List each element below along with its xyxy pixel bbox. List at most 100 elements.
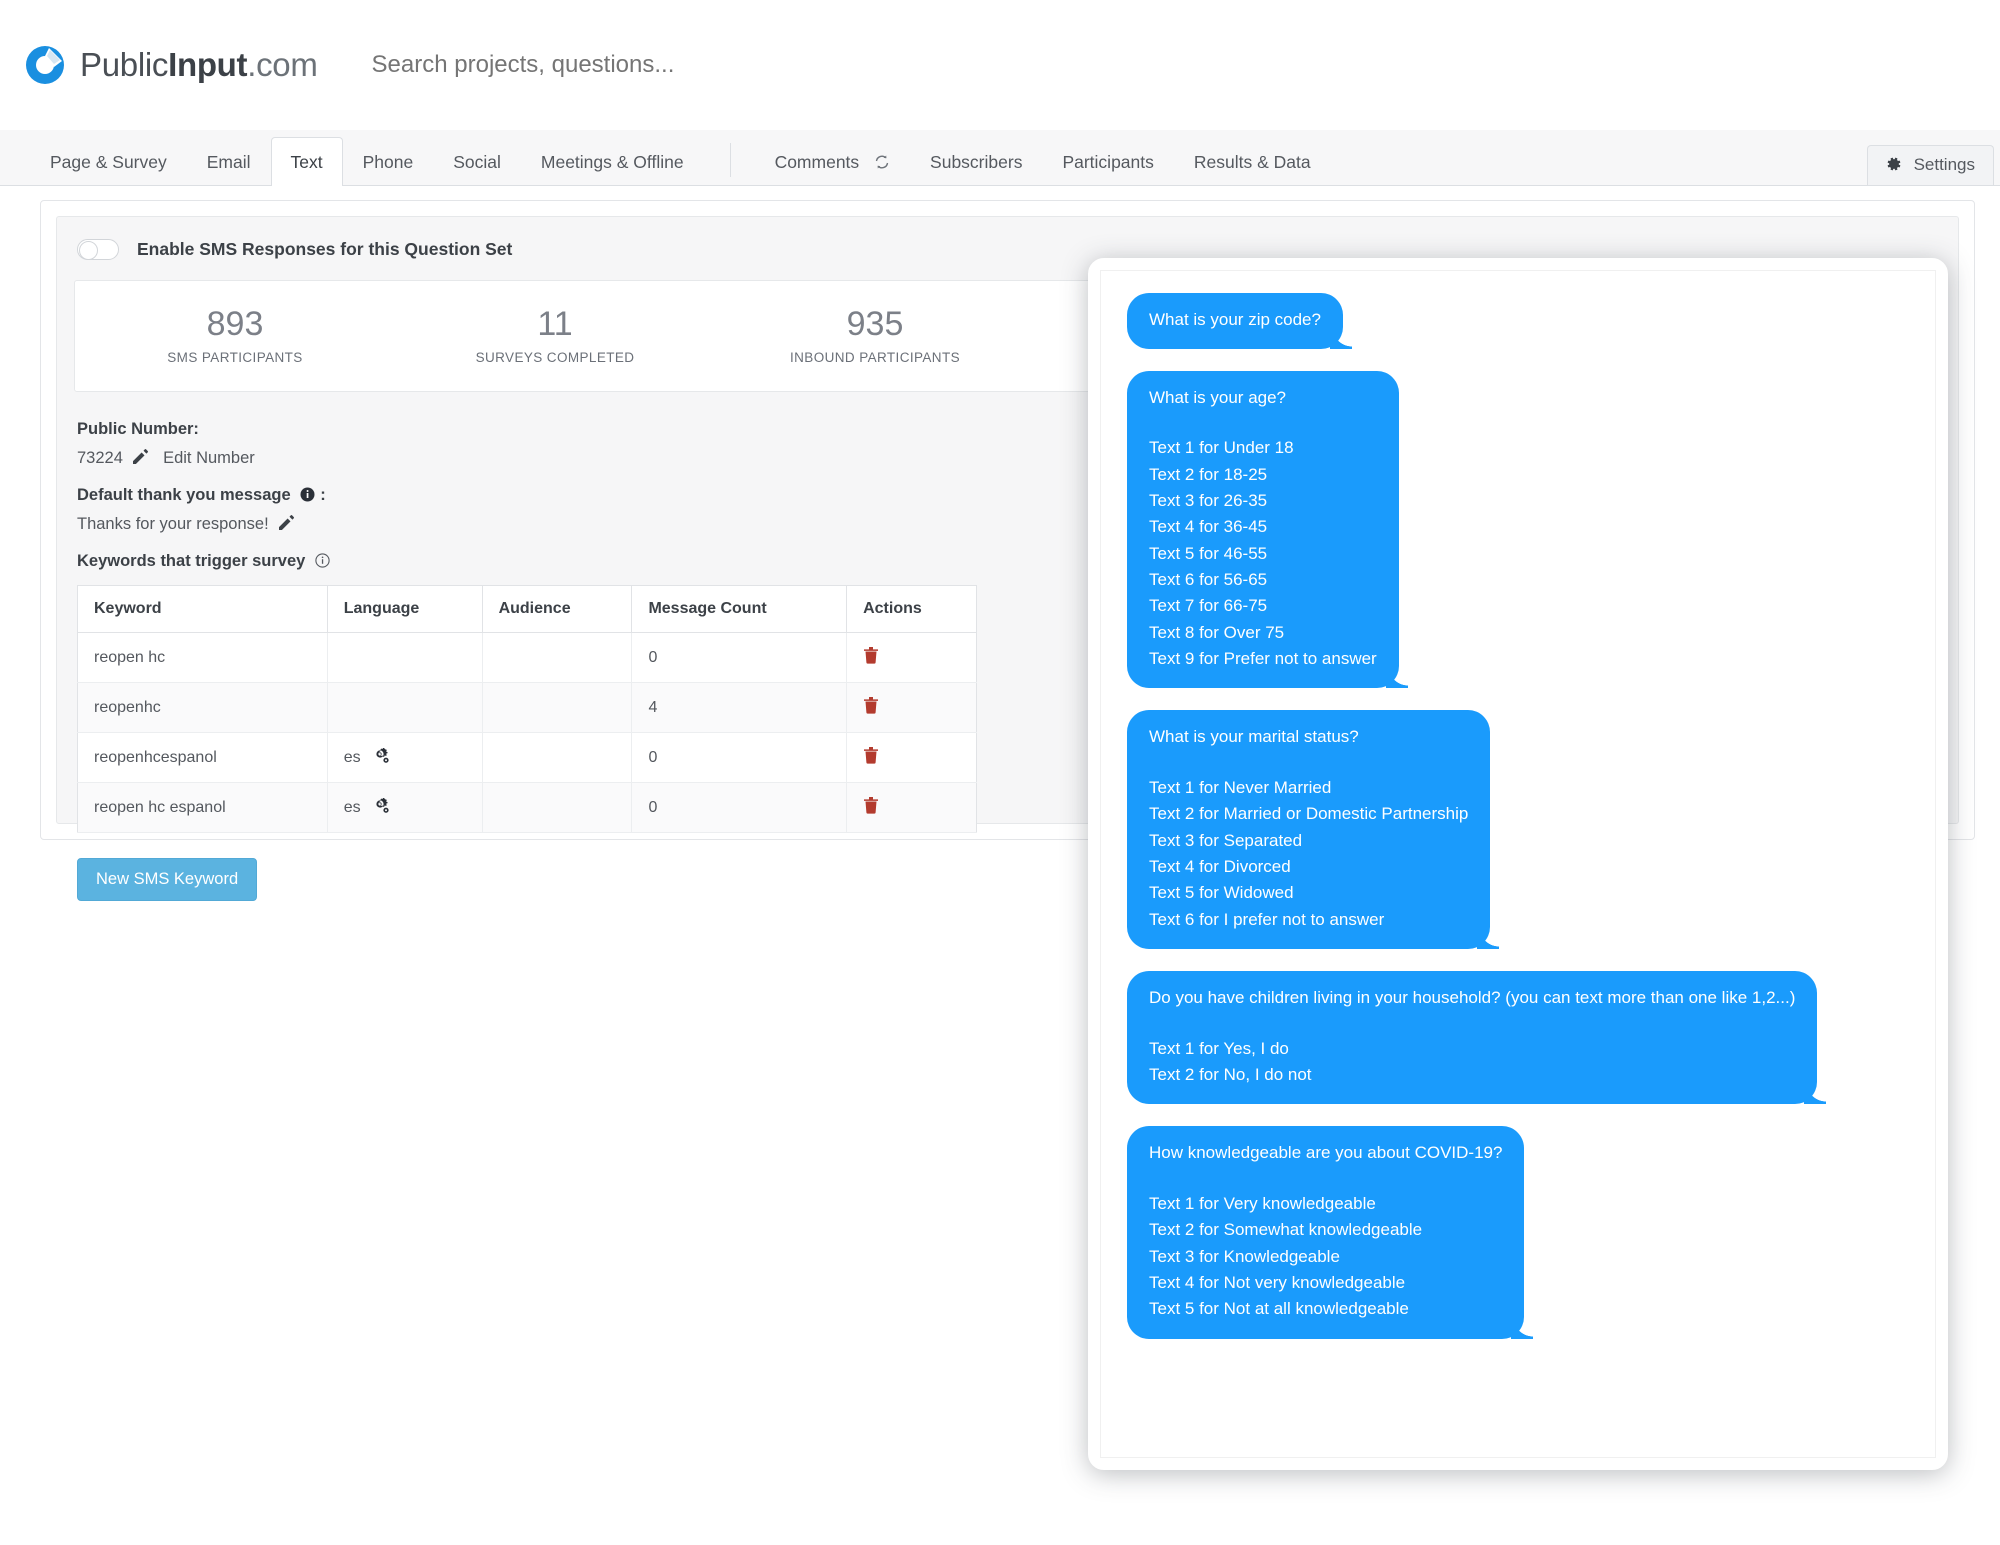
sms-option-list: Text 1 for Very knowledgeable Text 2 for …	[1149, 1191, 1502, 1323]
secondary-tabs: Comments Subscribers Participants Result…	[755, 129, 1331, 185]
stat-label: SMS PARTICIPANTS	[167, 349, 303, 365]
sms-option: Text 4 for Divorced	[1149, 857, 1291, 877]
table-row[interactable]: reopen hc espanol es 0	[77, 782, 977, 833]
sms-option: Text 5 for 46-55	[1149, 543, 1268, 563]
sms-option: Text 2 for No, I do not	[1149, 1065, 1312, 1085]
search-input[interactable]	[369, 50, 890, 80]
trash-icon[interactable]	[863, 646, 879, 664]
sms-option: Text 6 for I prefer not to answer	[1149, 909, 1385, 929]
app-header: PublicInput.com	[0, 0, 2000, 130]
tab-participants[interactable]: Participants	[1042, 137, 1173, 185]
tab-subscribers[interactable]: Subscribers	[910, 137, 1042, 185]
tab-email[interactable]: Email	[187, 137, 271, 185]
sms-option: Text 1 for Very knowledgeable	[1149, 1194, 1376, 1214]
sms-bubble: What is your marital status? Text 1 for N…	[1127, 710, 1500, 950]
col-language: Language	[327, 585, 483, 633]
gears-icon[interactable]	[373, 798, 390, 814]
info-outline-icon[interactable]	[315, 553, 330, 568]
trash-icon[interactable]	[863, 696, 879, 714]
cell-language: es	[327, 782, 483, 833]
sms-bubble: How knowledgeable are you about COVID-19…	[1127, 1126, 1534, 1340]
sms-option: Text 7 for 66-75	[1149, 596, 1268, 616]
sms-option: Text 5 for Not at all knowledgeable	[1149, 1299, 1409, 1319]
stat-label: SURVEYS COMPLETED	[475, 349, 635, 365]
tab-page-survey[interactable]: Page & Survey	[30, 137, 187, 185]
cell-keyword: reopen hc	[77, 632, 328, 683]
tab-comments[interactable]: Comments	[755, 137, 910, 185]
tab-text[interactable]: Text	[270, 137, 343, 186]
sms-option: Text 3 for Knowledgeable	[1149, 1246, 1340, 1266]
sms-preview-thread: What is your zip code? What is your age? T…	[1100, 270, 1936, 1458]
stat-value: 11	[537, 305, 573, 344]
enable-sms-label: Enable SMS Responses for this Question S…	[137, 239, 513, 259]
col-audience: Audience	[482, 585, 633, 633]
sms-option: Text 3 for 26-35	[1149, 490, 1268, 510]
sms-message-2: What is your age? Text 1 for Under 18 Text…	[1127, 370, 1909, 711]
stat-label: INBOUND PARTICIPANTS	[789, 349, 961, 365]
publicinput-circle-logo-icon	[22, 42, 68, 88]
stat-value: 893	[206, 305, 264, 344]
sms-option: Text 4 for 36-45	[1149, 517, 1268, 537]
cell-keyword: reopenhcespanol	[77, 732, 328, 783]
sms-option: Text 9 for Prefer not to answer	[1149, 649, 1377, 669]
thank-you-label-colon: :	[320, 486, 326, 504]
sms-option: Text 1 for Under 18	[1149, 438, 1294, 458]
edit-icon[interactable]	[278, 514, 295, 531]
col-keyword: Keyword	[77, 585, 328, 633]
sms-bubble-list: What is your zip code? What is your age? T…	[1101, 271, 1935, 1361]
sms-bubble: What is your zip code?	[1127, 293, 1352, 349]
sms-bubble: Do you have children living in your hous…	[1127, 971, 1827, 1105]
cell-language	[327, 632, 483, 683]
language-code: es	[343, 749, 361, 766]
sms-option-list: Text 1 for Never Married Text 2 for Marri…	[1149, 775, 1468, 933]
edit-number-link[interactable]: Edit Number	[163, 449, 255, 467]
sms-option: Text 2 for Somewhat knowledgeable	[1149, 1220, 1423, 1240]
tab-strip: Page & Survey Email Text Phone Social Me…	[0, 130, 2000, 186]
cell-actions	[846, 632, 977, 683]
sms-option: Text 5 for Widowed	[1149, 883, 1294, 903]
cell-language: es	[327, 732, 483, 783]
cell-message-count: 0	[631, 632, 848, 683]
cell-message-count: 0	[631, 782, 848, 833]
cell-audience	[482, 682, 633, 733]
cell-message-count: 0	[631, 732, 848, 783]
sms-question-text: What is your age?	[1149, 387, 1287, 407]
settings-button[interactable]: Settings	[1866, 145, 1994, 185]
tab-divider	[729, 143, 731, 177]
tab-social[interactable]: Social	[433, 137, 521, 185]
table-row[interactable]: reopenhc 4	[77, 682, 977, 733]
sms-option: Text 2 for Married or Domestic Partnersh…	[1149, 804, 1469, 824]
sms-preview-overlay: What is your zip code? What is your age? T…	[1088, 258, 1948, 1470]
language-code: es	[343, 799, 361, 816]
sms-option-list: Text 1 for Yes, I do Text 2 for No, I do …	[1149, 1036, 1795, 1089]
sms-option: Text 8 for Over 75	[1149, 622, 1285, 642]
info-filled-icon[interactable]	[300, 487, 315, 502]
new-sms-keyword-button[interactable]: New SMS Keyword	[77, 858, 258, 901]
enable-sms-toggle[interactable]	[77, 239, 119, 260]
sms-question-text: What is your zip code?	[1149, 310, 1321, 329]
tab-meetings-offline[interactable]: Meetings & Offline	[521, 137, 704, 185]
sms-question-text: What is your marital status?	[1149, 727, 1359, 747]
gear-icon	[1886, 156, 1902, 172]
table-row[interactable]: reopenhcespanol es 0	[77, 732, 977, 783]
stat-surveys-completed: 11 SURVEYS COMPLETED	[395, 305, 715, 365]
sms-option: Text 1 for Never Married	[1149, 778, 1332, 798]
stat-value: 935	[846, 305, 904, 344]
cell-audience	[482, 732, 633, 783]
refresh-icon[interactable]	[874, 154, 890, 170]
trash-icon[interactable]	[863, 746, 879, 764]
cell-actions	[846, 732, 977, 783]
tab-phone[interactable]: Phone	[343, 137, 434, 185]
sms-option: Text 1 for Yes, I do	[1149, 1038, 1289, 1058]
sms-message-5: How knowledgeable are you about COVID-19…	[1127, 1126, 1909, 1360]
tab-results-data[interactable]: Results & Data	[1174, 137, 1331, 185]
keywords-table: Keyword Language Audience Message Count …	[77, 585, 977, 833]
gears-icon[interactable]	[373, 748, 390, 764]
brand-bold: Input	[168, 46, 248, 83]
table-row[interactable]: reopen hc 0	[77, 632, 977, 683]
tab-comments-label: Comments	[774, 152, 860, 172]
trash-icon[interactable]	[863, 796, 879, 814]
table-header-row: Keyword Language Audience Message Count …	[77, 585, 977, 633]
brand-logo[interactable]: PublicInput.com	[22, 42, 318, 88]
edit-icon[interactable]	[132, 448, 149, 465]
